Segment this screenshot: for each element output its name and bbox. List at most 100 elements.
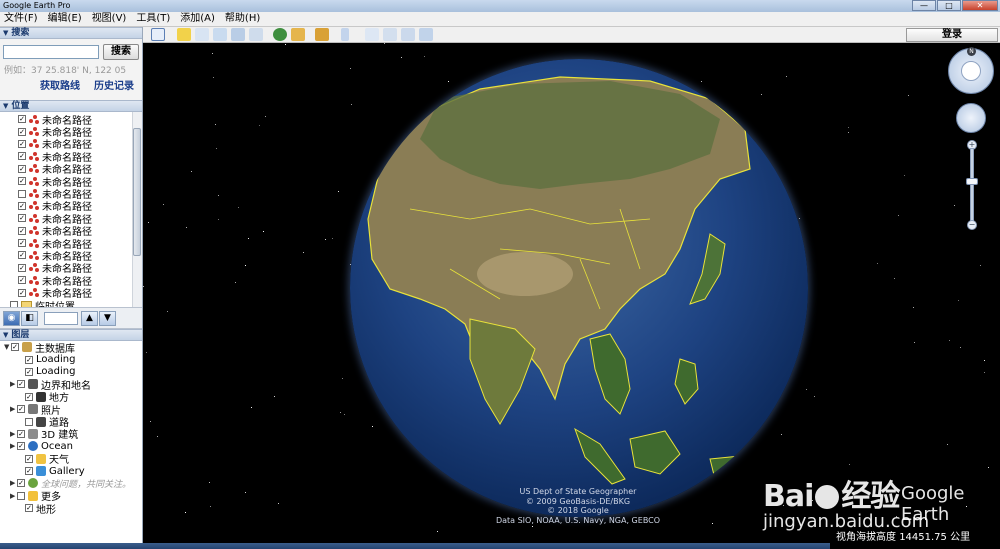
temp-places-folder[interactable]: 临时位置: [0, 299, 142, 307]
checkbox[interactable]: ✓: [18, 177, 26, 186]
layer-item-db[interactable]: ▼ ✓ 主数据库: [0, 341, 142, 355]
expand-arrow-icon[interactable]: ▶: [10, 380, 17, 388]
close-button[interactable]: ✕: [962, 0, 998, 11]
places-scrollbar[interactable]: [132, 112, 142, 307]
checkbox[interactable]: ✓: [17, 479, 25, 488]
checkbox[interactable]: ✓: [18, 127, 26, 136]
checkbox[interactable]: ✓: [18, 288, 26, 297]
menu-edit[interactable]: 编辑(E): [48, 12, 82, 26]
checkbox[interactable]: ✓: [17, 405, 25, 414]
checkbox[interactable]: ✓: [18, 139, 26, 148]
menu-view[interactable]: 视图(V): [92, 12, 127, 26]
checkbox[interactable]: ✓: [18, 263, 26, 272]
panel-toggle-icon[interactable]: ◧: [21, 311, 38, 326]
checkbox[interactable]: ✓: [17, 442, 25, 451]
placemark-icon[interactable]: [177, 28, 191, 41]
menu-add[interactable]: 添加(A): [180, 12, 215, 26]
expand-arrow-icon[interactable]: ▶: [10, 430, 17, 438]
earth-globe[interactable]: [350, 59, 808, 517]
print-icon[interactable]: [383, 28, 397, 41]
checkbox[interactable]: [17, 491, 25, 500]
expand-arrow-icon[interactable]: ▶: [10, 442, 17, 450]
directions-link[interactable]: 获取路线: [40, 77, 80, 92]
sunlight-icon[interactable]: [291, 28, 305, 41]
zoom-out-icon[interactable]: −: [967, 220, 977, 230]
layer-item-weather[interactable]: ✓ 天气: [0, 453, 142, 466]
search-panel-header[interactable]: ▼ 搜索: [0, 27, 142, 39]
map-view[interactable]: US Dept of State Geographer © 2009 GeoBa…: [143, 43, 1000, 549]
expand-arrow-icon[interactable]: ▶: [10, 492, 17, 500]
checkbox[interactable]: ✓: [18, 201, 26, 210]
expand-arrow-icon[interactable]: ▶: [10, 479, 17, 487]
checkbox[interactable]: ✓: [18, 115, 26, 124]
checkbox[interactable]: ✓: [17, 380, 25, 389]
search-places-icon[interactable]: ◉: [3, 311, 20, 326]
historical-imagery-icon[interactable]: [273, 28, 287, 41]
planets-icon[interactable]: [315, 28, 329, 41]
checkbox[interactable]: ✓: [18, 164, 26, 173]
image-overlay-icon[interactable]: [231, 28, 245, 41]
expand-arrow-icon[interactable]: ▼: [4, 343, 11, 351]
checkbox[interactable]: ✓: [18, 239, 26, 248]
menu-help[interactable]: 帮助(H): [225, 12, 260, 26]
path-icon[interactable]: [213, 28, 227, 41]
record-tour-icon[interactable]: [249, 28, 263, 41]
maximize-button[interactable]: □: [937, 0, 961, 11]
checkbox[interactable]: ✓: [11, 343, 19, 352]
history-link[interactable]: 历史记录: [94, 77, 134, 92]
checkbox[interactable]: ✓: [25, 355, 33, 364]
layer-item-loading[interactable]: ✓ Loading: [0, 353, 142, 365]
checkbox[interactable]: ✓: [18, 214, 26, 223]
checkbox[interactable]: ✓: [18, 251, 26, 260]
minimize-button[interactable]: —: [912, 0, 936, 11]
checkbox[interactable]: ✓: [25, 454, 33, 463]
search-button[interactable]: 搜索: [103, 44, 139, 60]
search-input[interactable]: [3, 45, 99, 59]
checkbox[interactable]: ✓: [25, 467, 33, 476]
checkbox[interactable]: ✓: [18, 226, 26, 235]
menu-tools[interactable]: 工具(T): [136, 12, 170, 26]
checkbox[interactable]: ✓: [25, 504, 33, 513]
scrollbar-thumb[interactable]: [133, 128, 141, 256]
layers-panel-header[interactable]: ▼ 图层: [0, 329, 142, 341]
layer-item-awareness[interactable]: ▶ ✓ 全球问题，共同关注。: [0, 477, 142, 490]
expand-arrow-icon[interactable]: ▶: [10, 405, 17, 413]
layer-item-borders[interactable]: ▶ ✓ 边界和地名: [0, 378, 142, 392]
checkbox[interactable]: [18, 189, 26, 198]
checkbox[interactable]: ✓: [25, 367, 33, 376]
layer-item-places[interactable]: ✓ 地方: [0, 391, 142, 404]
email-icon[interactable]: [365, 28, 379, 41]
compass-control[interactable]: N: [948, 47, 994, 94]
checkbox[interactable]: ✓: [17, 429, 25, 438]
layer-item-buildings[interactable]: ▶ ✓ 3D 建筑: [0, 428, 142, 441]
collapse-arrow-icon[interactable]: ▼: [3, 102, 8, 110]
places-panel-header[interactable]: ▼ 位置: [0, 100, 142, 112]
checkbox[interactable]: ✓: [18, 152, 26, 161]
checkbox[interactable]: [25, 417, 33, 426]
checkbox[interactable]: ✓: [18, 276, 26, 285]
zoom-knob[interactable]: [966, 178, 978, 185]
checkbox[interactable]: [10, 301, 18, 307]
checkbox[interactable]: ✓: [25, 392, 33, 401]
zoom-track[interactable]: [970, 148, 974, 224]
zoom-slider[interactable]: + −: [966, 140, 978, 232]
layer-item-photos[interactable]: ▶ ✓ 照片: [0, 403, 142, 417]
view-in-maps-icon[interactable]: [419, 28, 433, 41]
layer-item-more[interactable]: ▶ 更多: [0, 490, 142, 503]
look-joystick-icon[interactable]: [961, 61, 981, 81]
north-indicator[interactable]: N: [967, 47, 976, 56]
move-up-icon[interactable]: ▲: [81, 311, 98, 326]
sidebar-toggle-icon[interactable]: [151, 28, 165, 41]
places-filter-input[interactable]: [44, 312, 78, 325]
move-down-icon[interactable]: ▼: [99, 311, 116, 326]
layer-item-terrain[interactable]: ✓ 地形: [0, 502, 142, 516]
layer-item-ocean[interactable]: ▶ ✓ Ocean: [0, 440, 142, 452]
collapse-arrow-icon[interactable]: ▼: [3, 331, 8, 339]
polygon-icon[interactable]: [195, 28, 209, 41]
login-button[interactable]: 登录: [906, 28, 998, 42]
menu-file[interactable]: 文件(F): [4, 12, 38, 26]
ruler-icon[interactable]: [341, 28, 349, 41]
collapse-arrow-icon[interactable]: ▼: [3, 29, 8, 37]
save-image-icon[interactable]: [401, 28, 415, 41]
move-joystick[interactable]: [956, 103, 986, 133]
